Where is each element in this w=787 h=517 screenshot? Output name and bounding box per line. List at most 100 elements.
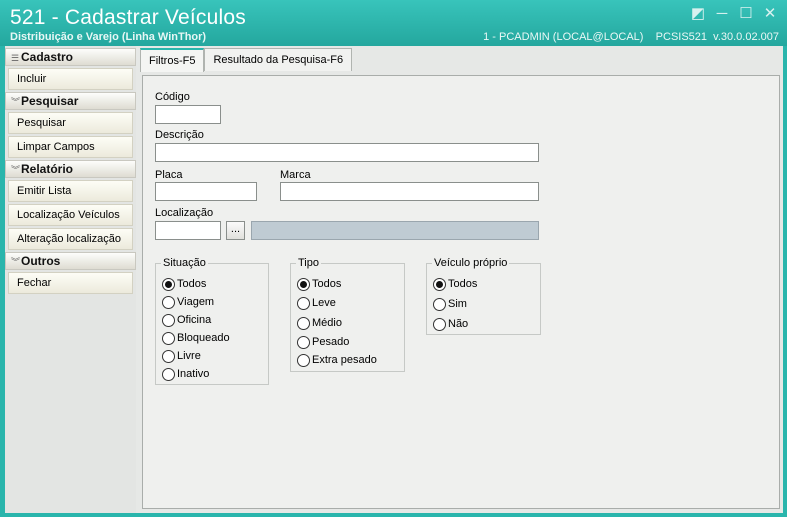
group-outros: ︾Outros Fechar xyxy=(5,252,136,294)
maximize-icon[interactable]: ☐ xyxy=(737,5,755,23)
restore-icon[interactable]: ◩ xyxy=(689,5,707,23)
descricao-label: Descrição xyxy=(155,129,204,141)
chevron-icon: ︾ xyxy=(11,165,21,175)
radio-label: Sim xyxy=(448,298,467,310)
proprio-radio-todos[interactable]: Todos xyxy=(433,277,477,291)
tab-resultado[interactable]: Resultado da Pesquisa-F6 xyxy=(204,48,353,71)
situacao-radio-todos[interactable]: Todos xyxy=(162,277,206,291)
radio-icon xyxy=(162,313,175,327)
alteracao-localizacao-button[interactable]: Alteração localização xyxy=(8,228,133,250)
tab-filtros[interactable]: Filtros-F5 xyxy=(140,48,205,72)
radio-label: Livre xyxy=(177,350,201,362)
tipo-caption: Tipo xyxy=(296,257,321,269)
radio-label: Pesado xyxy=(312,336,350,348)
pesquisar-button[interactable]: Pesquisar xyxy=(8,112,133,134)
situacao-radio-inativo[interactable]: Inativo xyxy=(162,367,209,381)
radio-selected-icon xyxy=(433,277,446,291)
tipo-radio-pesado[interactable]: Pesado xyxy=(297,335,349,349)
tipo-radio-todos[interactable]: Todos xyxy=(297,277,341,291)
situacao-radio-livre[interactable]: Livre xyxy=(162,349,201,363)
group-header-outros[interactable]: ︾Outros xyxy=(5,252,136,270)
window-subtitle: Distribuição e Varejo (Linha WinThor) xyxy=(10,31,207,43)
group-title: Outros xyxy=(21,254,61,268)
session-status: 1 - PCADMIN (LOCAL@LOCAL) PCSIS521 v.30.… xyxy=(483,31,779,43)
localizacao-label: Localização xyxy=(155,207,214,219)
radio-icon xyxy=(162,331,175,345)
sidebar: ☰ Cadastro Incluir ︾Pesquisar Pesquisar L… xyxy=(5,46,136,513)
radio-label: Viagem xyxy=(177,296,215,308)
group-header-relatorio[interactable]: ︾Relatório xyxy=(5,160,136,178)
minimize-icon[interactable]: ─ xyxy=(713,5,731,23)
tipo-radio-leve[interactable]: Leve xyxy=(297,296,336,310)
marca-field[interactable] xyxy=(280,182,539,201)
window-title: 521 - Cadastrar Veículos xyxy=(10,6,246,29)
tipo-radio-extra-pesado[interactable]: Extra pesado xyxy=(297,353,377,367)
radio-icon xyxy=(162,295,175,309)
proprio-radio-sim[interactable]: Sim xyxy=(433,297,467,311)
placa-label: Placa xyxy=(155,169,183,181)
radio-icon xyxy=(162,349,175,363)
radio-label: Oficina xyxy=(177,314,212,326)
group-relatorio: ︾Relatório Emitir Lista Localização Veíc… xyxy=(5,160,136,250)
situacao-group: Situação Todos Viagem Oficina Bloqueado … xyxy=(155,257,269,385)
tab-bar: Filtros-F5 Resultado da Pesquisa-F6 xyxy=(140,48,353,72)
chevron-icon: ☰ xyxy=(11,53,20,63)
radio-label: Todos xyxy=(177,278,207,290)
group-title: Relatório xyxy=(21,162,74,176)
window-controls: ◩ ─ ☐ ✕ xyxy=(689,5,779,23)
client-area: ☰ Cadastro Incluir ︾Pesquisar Pesquisar L… xyxy=(5,46,783,513)
group-cadastro: ☰ Cadastro Incluir xyxy=(5,48,136,90)
radio-selected-icon xyxy=(162,277,175,291)
chevron-icon: ︾ xyxy=(11,257,21,267)
group-header-cadastro[interactable]: ☰ Cadastro xyxy=(5,48,136,66)
radio-label: Inativo xyxy=(177,368,210,380)
radio-icon xyxy=(162,367,175,381)
radio-label: Médio xyxy=(312,317,342,329)
situacao-radio-bloqueado[interactable]: Bloqueado xyxy=(162,331,230,345)
marca-label: Marca xyxy=(280,169,311,181)
radio-label: Bloqueado xyxy=(177,332,230,344)
tipo-group: Tipo Todos Leve Médio Pesado Extra pesad… xyxy=(290,257,405,372)
radio-label: Todos xyxy=(448,278,478,290)
close-icon[interactable]: ✕ xyxy=(761,5,779,23)
group-title: Pesquisar xyxy=(21,94,79,108)
radio-icon xyxy=(297,316,310,330)
veiculo-proprio-caption: Veículo próprio xyxy=(432,257,510,269)
radio-label: Leve xyxy=(312,297,336,309)
descricao-field[interactable] xyxy=(155,143,539,162)
limpar-campos-button[interactable]: Limpar Campos xyxy=(8,136,133,158)
radio-selected-icon xyxy=(297,277,310,291)
situacao-radio-oficina[interactable]: Oficina xyxy=(162,313,211,327)
app-window: 521 - Cadastrar Veículos Distribuição e … xyxy=(0,0,787,517)
group-pesquisar: ︾Pesquisar Pesquisar Limpar Campos xyxy=(5,92,136,158)
radio-label: Extra pesado xyxy=(312,354,377,366)
situacao-caption: Situação xyxy=(161,257,208,269)
radio-icon xyxy=(297,353,310,367)
emitir-lista-button[interactable]: Emitir Lista xyxy=(8,180,133,202)
filter-panel: Código Descrição Placa Marca Localização… xyxy=(142,75,780,509)
fechar-button[interactable]: Fechar xyxy=(8,272,133,294)
group-title: Cadastro xyxy=(21,50,74,64)
chevron-icon: ︾ xyxy=(11,97,21,107)
group-header-pesquisar[interactable]: ︾Pesquisar xyxy=(5,92,136,110)
tipo-radio-medio[interactable]: Médio xyxy=(297,316,342,330)
radio-icon xyxy=(297,296,310,310)
radio-icon xyxy=(297,335,310,349)
radio-label: Não xyxy=(448,318,469,330)
placa-field[interactable] xyxy=(155,182,257,201)
localizacao-code-field[interactable] xyxy=(155,221,221,240)
radio-icon xyxy=(433,317,446,331)
veiculo-proprio-group: Veículo próprio Todos Sim Não xyxy=(426,257,541,335)
proprio-radio-nao[interactable]: Não xyxy=(433,317,468,331)
incluir-button[interactable]: Incluir xyxy=(8,68,133,90)
situacao-radio-viagem[interactable]: Viagem xyxy=(162,295,214,309)
radio-label: Todos xyxy=(312,278,342,290)
localizacao-lookup-button[interactable]: ... xyxy=(226,221,245,240)
radio-icon xyxy=(433,297,446,311)
main-area: Filtros-F5 Resultado da Pesquisa-F6 Códi… xyxy=(140,46,783,513)
codigo-field[interactable] xyxy=(155,105,221,124)
codigo-label: Código xyxy=(155,91,190,103)
localizacao-description-field xyxy=(251,221,539,240)
localizacao-veiculos-button[interactable]: Localização Veículos xyxy=(8,204,133,226)
title-bar: 521 - Cadastrar Veículos Distribuição e … xyxy=(0,0,787,46)
